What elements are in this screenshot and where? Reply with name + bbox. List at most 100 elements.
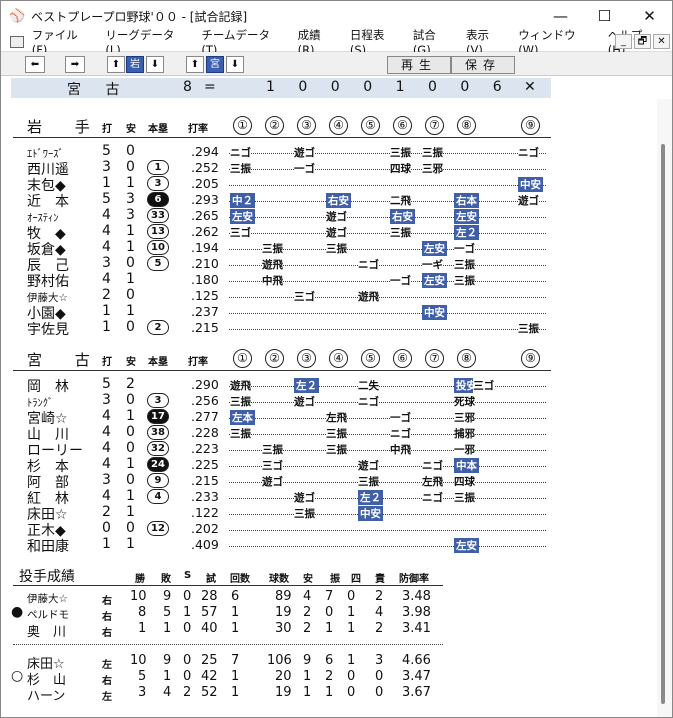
- play-button[interactable]: 再生: [387, 56, 451, 74]
- prev-game-button[interactable]: ⬅: [25, 56, 45, 73]
- pitcher-stat: 1: [303, 685, 312, 700]
- team1-up-arrow-icon[interactable]: ⬆: [107, 56, 125, 73]
- batter-home-runs: 38: [147, 425, 169, 440]
- scrollbar-thumb[interactable]: [661, 144, 665, 704]
- batter-at-bats: 1: [102, 175, 111, 191]
- play-result: 一邪: [454, 442, 475, 457]
- batter-at-bats: 3: [102, 472, 111, 488]
- batter-name: 岡 林: [27, 379, 69, 395]
- pitcher-stat: 19: [275, 685, 292, 700]
- play-result: 左安: [454, 209, 479, 224]
- batter-at-bats: 5: [102, 143, 111, 159]
- batter-average: .277: [191, 409, 219, 424]
- score-line: 宮 古 8 = ✕ 1 0 0 0 1 0 0 6: [11, 78, 551, 98]
- batter-hits: 0: [126, 520, 135, 536]
- pitcher-stat: 9: [163, 589, 172, 604]
- play-result: ニゴ: [422, 490, 443, 505]
- score-equals: =: [204, 79, 216, 95]
- batter-average: .215: [191, 473, 219, 488]
- mdi-restore-button[interactable]: 🗗: [634, 34, 651, 49]
- next-game-button[interactable]: ➡: [65, 56, 85, 73]
- play-result: 三振: [262, 241, 283, 256]
- pitcher-stat: 1: [347, 621, 356, 636]
- batter-at-bats: 0: [102, 520, 111, 536]
- batter-at-bats: 4: [102, 239, 111, 255]
- pitching-header: 球数: [269, 574, 289, 585]
- pitcher-stat: 0: [325, 605, 334, 620]
- pitching-title: 投手成績: [19, 569, 75, 585]
- play-result: 左２: [294, 378, 319, 393]
- play-result: 遊ゴ: [294, 490, 315, 505]
- play-result: ニゴ: [518, 145, 539, 160]
- toolbar: ⬅ ➡ ⬆ 岩 ⬇ ⬆ 宮 ⬇ 再生 保存: [1, 52, 672, 76]
- batter-at-bats: 4: [102, 424, 111, 440]
- pitcher-stat: 0: [183, 589, 192, 604]
- pitcher-stat: 42: [201, 669, 218, 684]
- pitching-divider: [13, 585, 443, 586]
- score-inning-run: 1: [266, 79, 275, 95]
- batter-hits: 1: [126, 175, 135, 191]
- score-inning-run: 0: [428, 79, 437, 95]
- pitcher-stat: 3.98: [402, 605, 431, 620]
- pitcher-name: ペルドモ: [27, 609, 69, 621]
- pitching-separator: [13, 644, 443, 645]
- play-result: ニゴ: [390, 426, 411, 441]
- pitcher-stat: 106: [267, 653, 292, 668]
- team2-up-arrow-icon[interactable]: ⬆: [186, 56, 204, 73]
- team1-select-button[interactable]: 岩: [126, 56, 144, 73]
- batter-hits: 0: [126, 472, 135, 488]
- play-dotted-line: [229, 434, 546, 435]
- batter-at-bats: 1: [102, 536, 111, 552]
- pitcher-stat: 8: [138, 605, 147, 620]
- score-x-mark: ✕: [524, 79, 536, 95]
- pitcher-stat: 1: [231, 621, 240, 636]
- play-result: 右安: [326, 193, 351, 208]
- play-result: 遊飛: [230, 378, 251, 393]
- play-result: 三ゴ: [294, 289, 315, 304]
- batter-hits: 0: [126, 255, 135, 271]
- batter-hits: 1: [126, 504, 135, 520]
- team2-down-arrow-icon[interactable]: ⬇: [226, 56, 244, 73]
- batter-average: .122: [191, 505, 219, 520]
- pitcher-stat: 9: [303, 653, 312, 668]
- play-result: 左安: [422, 273, 447, 288]
- pitcher-stat: 19: [275, 605, 292, 620]
- pitcher-stat: 3.67: [402, 685, 431, 700]
- pitcher-stat: 10: [130, 653, 147, 668]
- batter-hits: 0: [126, 440, 135, 456]
- play-result: 中飛: [390, 442, 411, 457]
- play-result: 遊ゴ: [294, 394, 315, 409]
- team1-down-arrow-icon[interactable]: ⬇: [146, 56, 164, 73]
- batter-average: .262: [191, 224, 219, 239]
- pitcher-stat: 1: [347, 653, 356, 668]
- pitching-header: 勝: [135, 574, 145, 585]
- mdi-minimize-button[interactable]: _: [615, 34, 632, 49]
- batter-hits: 1: [126, 239, 135, 255]
- save-button[interactable]: 保存: [451, 56, 515, 74]
- pitcher-stat: 1: [163, 669, 172, 684]
- batter-at-bats: 4: [102, 271, 111, 287]
- inning-number-label: ②: [265, 116, 284, 135]
- decision-mark: ●: [11, 604, 24, 620]
- batter-home-runs: 6: [147, 192, 169, 207]
- batter-home-runs: 1: [147, 160, 169, 175]
- team2-select-button[interactable]: 宮: [206, 56, 224, 73]
- batter-home-runs: 5: [147, 256, 169, 271]
- pitcher-stat: 6: [325, 653, 334, 668]
- batter-average: .256: [191, 393, 219, 408]
- pitching-header: 防御率: [399, 574, 429, 585]
- mdi-close-button[interactable]: ✕: [653, 34, 670, 49]
- play-dotted-line: [229, 169, 546, 170]
- play-result: 遊ゴ: [294, 145, 315, 160]
- batter-home-runs: 3: [147, 176, 169, 191]
- pitcher-stat: 7: [325, 589, 334, 604]
- pitcher-stat: 1: [325, 621, 334, 636]
- batter-at-bats: 2: [102, 504, 111, 520]
- batter-home-runs: 2: [147, 320, 169, 335]
- play-result: 一ギ: [422, 257, 443, 272]
- pitcher-stat: 2: [183, 685, 192, 700]
- play-dotted-line: [229, 201, 546, 202]
- batter-average: .225: [191, 457, 219, 472]
- pitcher-stat: 5: [138, 669, 147, 684]
- document-icon[interactable]: [10, 35, 24, 48]
